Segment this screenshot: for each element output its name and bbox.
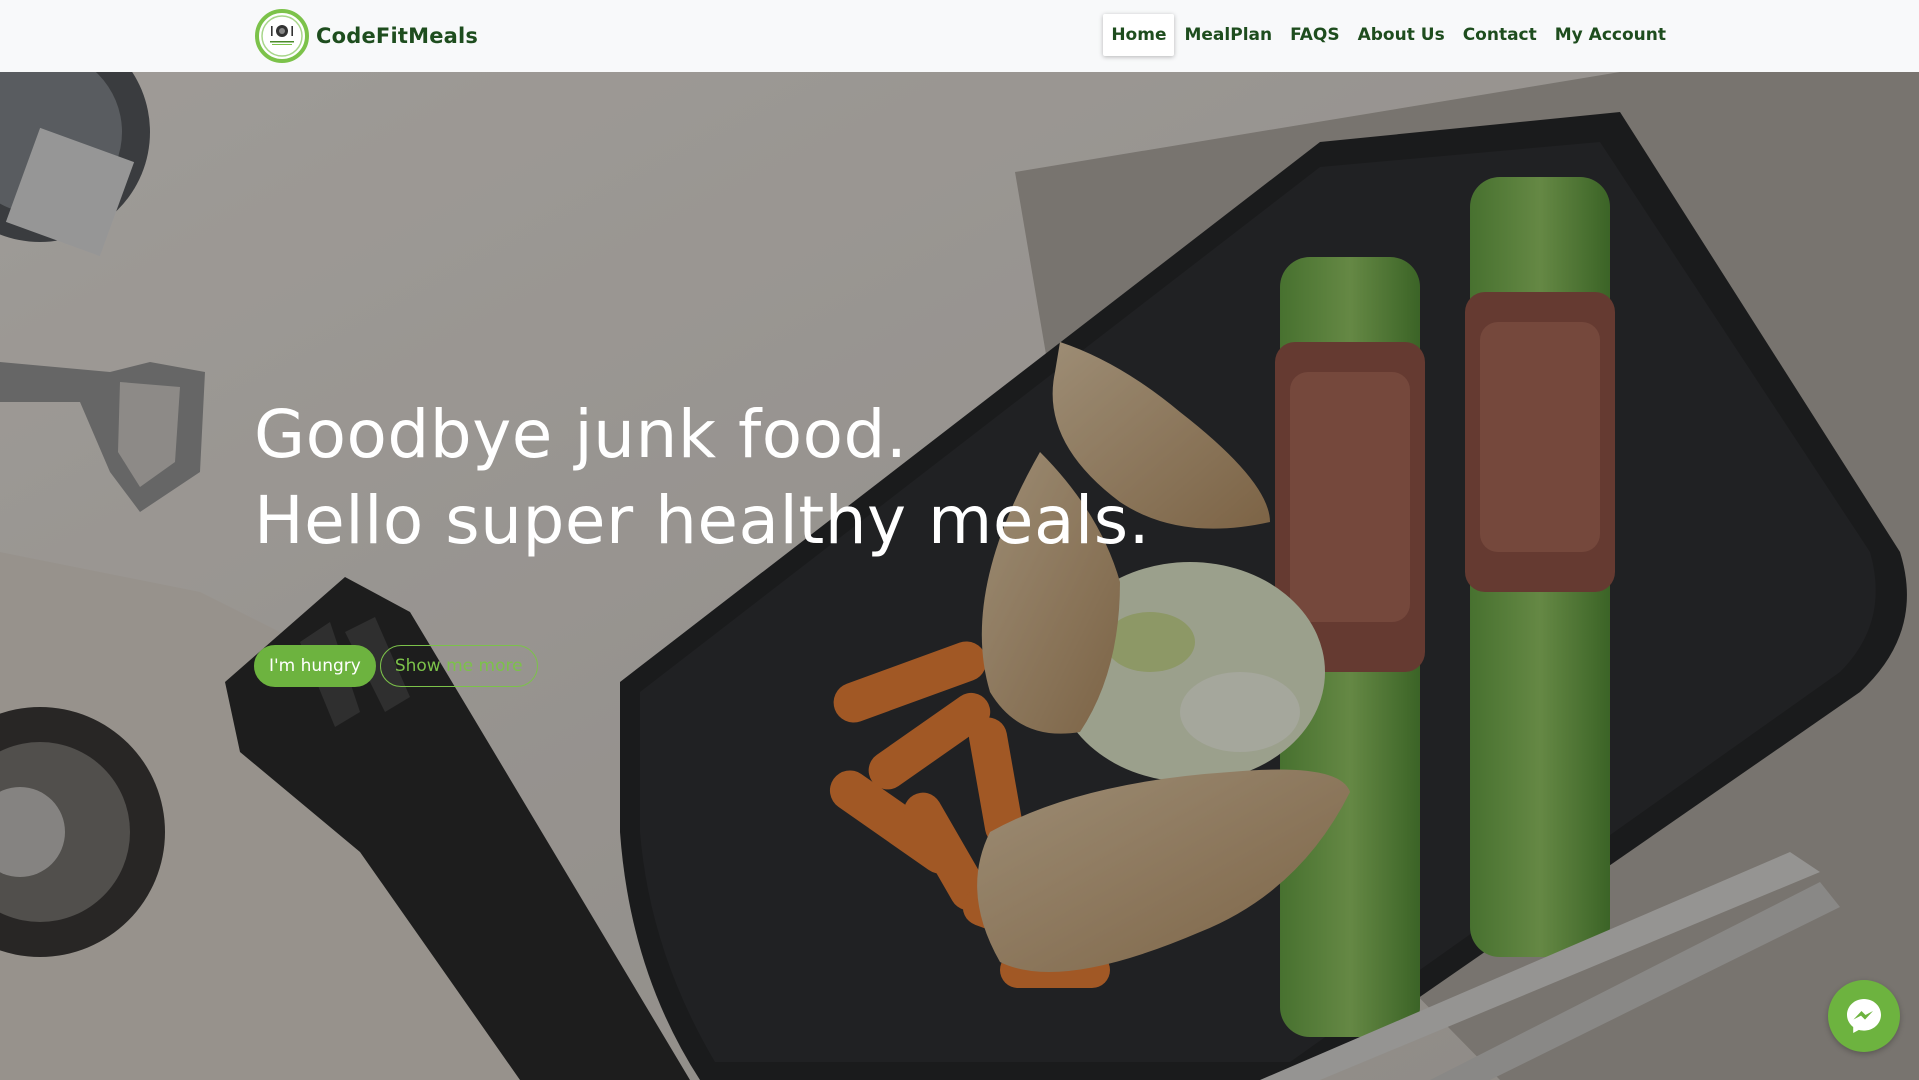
messenger-chat-button[interactable]: [1828, 980, 1900, 1052]
hero-line-2: Hello super healthy meals.: [254, 482, 1151, 559]
nav-mealplan[interactable]: MealPlan: [1176, 14, 1280, 56]
nav-contact[interactable]: Contact: [1455, 14, 1545, 56]
plate-fork-logo-icon: [255, 9, 309, 63]
messenger-icon: [1847, 999, 1881, 1033]
nav-about-us[interactable]: About Us: [1350, 14, 1453, 56]
brand-name: CodeFitMeals: [316, 24, 479, 48]
hero-section: [0, 72, 1919, 1080]
nav-menu: Home MealPlan FAQS About Us Contact My A…: [1103, 14, 1674, 56]
hero-headline: Goodbye junk food. Hello super healthy m…: [254, 392, 1150, 564]
nav-home[interactable]: Home: [1103, 14, 1175, 56]
nav-my-account[interactable]: My Account: [1547, 14, 1674, 56]
show-me-more-button[interactable]: Show me more: [379, 645, 538, 687]
nav-faqs[interactable]: FAQS: [1282, 14, 1348, 56]
im-hungry-button[interactable]: I'm hungry: [254, 645, 376, 687]
hero-button-group: I'm hungry Show me more: [254, 645, 538, 687]
brand-link[interactable]: CodeFitMeals: [254, 8, 478, 64]
top-navbar: CodeFitMeals Home MealPlan FAQS About Us…: [0, 0, 1919, 72]
hero-dark-overlay: [0, 72, 1919, 1080]
hero-line-1: Goodbye junk food.: [254, 396, 908, 473]
